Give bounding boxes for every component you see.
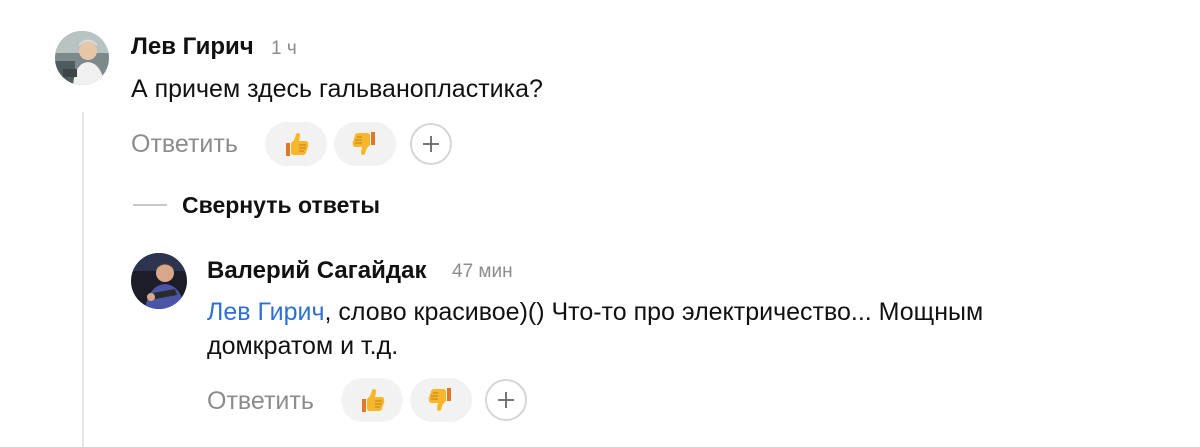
collapse-divider [133,204,167,206]
thread-line [82,112,84,447]
comment-text: А причем здесь гальванопластика? [131,75,543,103]
comment-text-line-2: домкратом и т.д. [207,332,399,360]
avatar[interactable] [131,253,187,309]
comment-author[interactable]: Валерий Сагайдак [207,257,426,285]
add-reaction-button[interactable] [485,379,527,421]
comment-text-line-1: Лев Гирич, слово красивое)() Что-то про … [207,295,1107,329]
add-reaction-button[interactable] [410,123,452,165]
comment-text: Лев Гирич, слово красивое)() Что-то про … [207,295,1107,363]
thumbs-up-icon [362,389,385,412]
thumbs-up-icon [286,133,309,156]
plus-icon [423,136,439,152]
dislike-button[interactable] [410,378,472,422]
dislike-button[interactable] [334,122,396,166]
like-button[interactable] [341,378,403,422]
reply-button[interactable]: Ответить [131,129,238,159]
reply-button[interactable]: Ответить [207,386,314,416]
user-avatar-photo-icon [131,253,187,309]
comment-text-part: , слово красивое)() Что-то про электриче… [324,298,984,326]
mention-link[interactable]: Лев Гирич [207,298,325,326]
comment-time: 1 ч [271,38,297,59]
comment-time: 47 мин [452,261,513,282]
thumbs-down-icon [352,132,375,155]
comment-author[interactable]: Лев Гирич [131,33,254,61]
avatar[interactable] [55,31,109,85]
plus-icon [498,392,514,408]
like-button[interactable] [265,122,327,166]
collapse-replies-button[interactable]: Свернуть ответы [182,190,380,220]
thumbs-down-icon [428,388,451,411]
user-avatar-photo-icon [55,31,109,85]
